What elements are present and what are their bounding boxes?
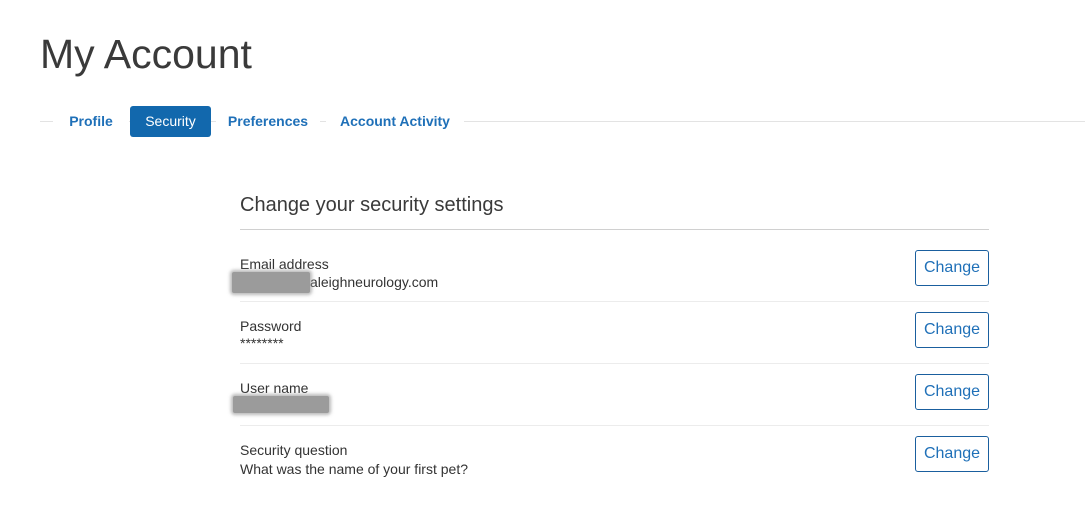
change-security-question-button[interactable]: Change bbox=[915, 436, 989, 472]
tab-security[interactable]: Security bbox=[130, 106, 211, 137]
email-row: Email address aleighneurology.com Change bbox=[232, 230, 989, 302]
page-title: My Account bbox=[40, 31, 252, 77]
email-redaction bbox=[232, 272, 310, 293]
security-question-value: What was the name of your first pet? bbox=[240, 461, 468, 477]
security-question-row: Security question What was the name of y… bbox=[240, 426, 989, 486]
password-row: Password ******** Change bbox=[240, 302, 989, 364]
account-tabs: Profile Security Preferences Account Act… bbox=[40, 106, 1085, 137]
my-account-page: My Account Profile Security Preferences … bbox=[0, 0, 1085, 513]
password-label: Password bbox=[240, 318, 302, 334]
change-password-button[interactable]: Change bbox=[915, 312, 989, 348]
tab-account-activity[interactable]: Account Activity bbox=[326, 106, 464, 137]
username-redaction bbox=[233, 396, 329, 413]
email-label: Email address bbox=[240, 256, 329, 272]
password-value: ******** bbox=[240, 335, 284, 351]
email-value: aleighneurology.com bbox=[310, 274, 439, 290]
change-username-button[interactable]: Change bbox=[915, 374, 989, 410]
security-question-label: Security question bbox=[240, 442, 348, 458]
tab-profile[interactable]: Profile bbox=[53, 106, 129, 137]
tab-preferences[interactable]: Preferences bbox=[216, 106, 320, 137]
username-row: User name Change bbox=[233, 364, 989, 426]
security-settings-panel: Change your security settings Email addr… bbox=[232, 180, 989, 486]
section-title: Change your security settings bbox=[240, 180, 989, 230]
change-email-button[interactable]: Change bbox=[915, 250, 989, 286]
username-label: User name bbox=[240, 380, 309, 396]
